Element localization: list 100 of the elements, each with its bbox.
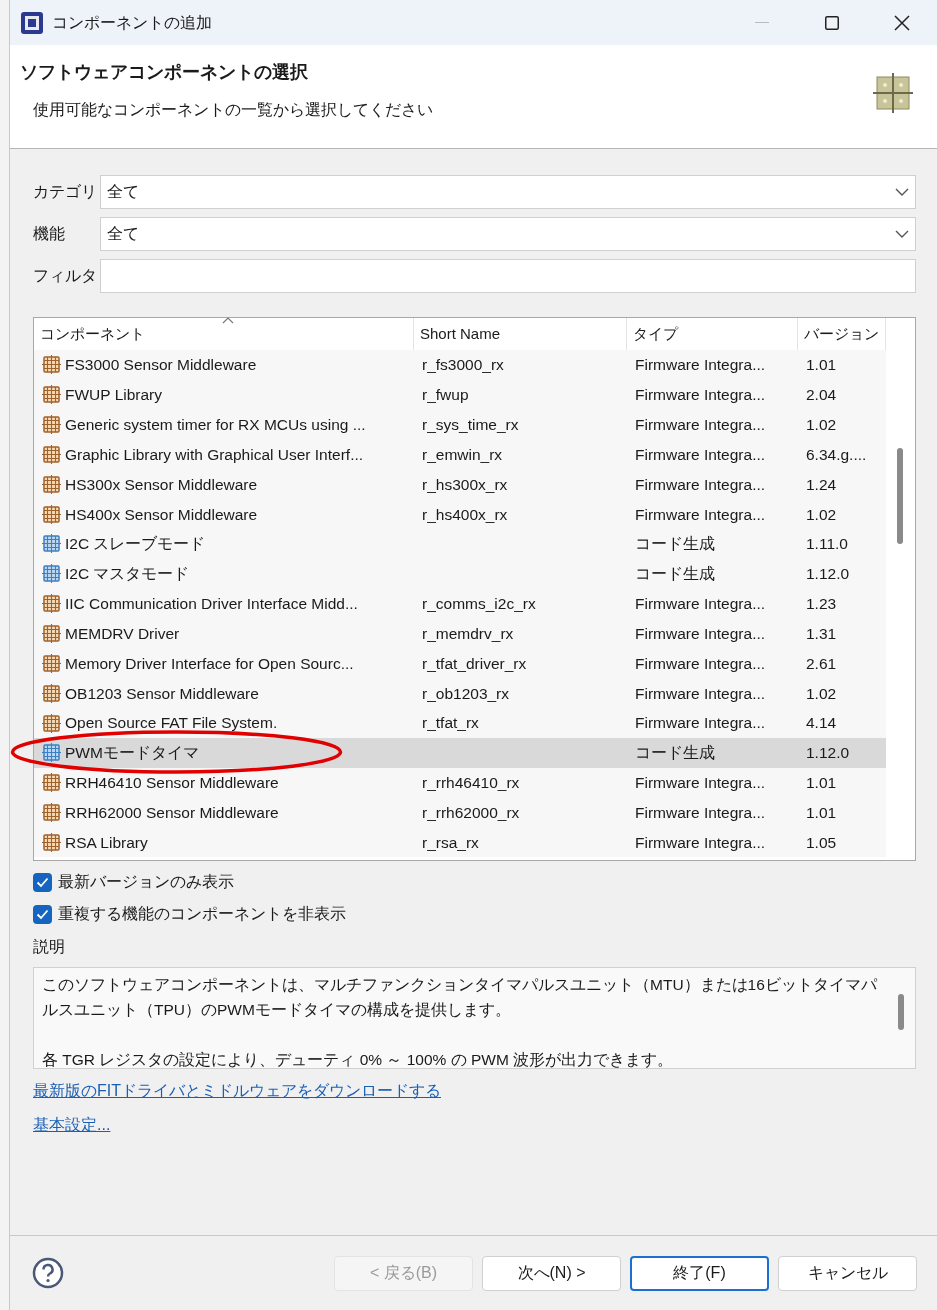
check-icon xyxy=(36,908,49,920)
table-cell: 4.14 xyxy=(806,714,837,732)
field-label: フィルタ xyxy=(33,266,98,286)
caret-icon xyxy=(895,188,909,196)
field-label: カテゴリ xyxy=(33,182,98,202)
table-cell: 1.12.0 xyxy=(806,565,850,583)
component-name: Generic system timer for RX MCUs using ... xyxy=(65,415,366,435)
table-cell: r_comms_i2c_rx xyxy=(422,595,536,613)
table-cell: r_rrh46410_rx xyxy=(422,774,520,792)
component-name: OB1203 Sensor Middleware xyxy=(65,683,259,704)
grid-icon xyxy=(42,683,61,703)
table-row[interactable]: Generic system timer for RX MCUs using ... r_sys_time_rx Firmware Integra... 1.02 xyxy=(34,409,886,440)
table-row[interactable]: Open Source FAT File System. r_tfat_rx Firmware Integra... 4.14 xyxy=(34,708,886,738)
table-cell: Firmware Integra... xyxy=(635,714,766,732)
component-name: I2C マスタモード xyxy=(65,564,190,585)
table-cell: 1.01 xyxy=(806,356,837,374)
component-name: HS300x Sensor Middleware xyxy=(65,474,258,495)
table-cell: 1.01 xyxy=(806,774,837,792)
table-row[interactable]: Memory Driver Interface for Open Sourc... r_tfat_driver_rx Firmware Integra... 2.61 xyxy=(34,648,886,679)
table-cell: r_tfat_rx xyxy=(422,714,479,732)
grid-icon xyxy=(42,803,61,823)
table-row[interactable]: RRH62000 Sensor Middleware r_rrh62000_rx Firmware Integra... 1.01 xyxy=(34,797,886,828)
table-row[interactable]: RSA Library r_rsa_rx Firmware Integra... 1.05 xyxy=(34,827,886,858)
table-row[interactable]: PWMモードタイマ コード生成 1.12.0 xyxy=(34,737,886,768)
table-cell: r_memdrv_rx xyxy=(422,624,514,642)
table-cell: 1.05 xyxy=(806,833,837,851)
table-row[interactable]: IIC Communication Driver Interface Midd... r_comms_i2c_rx Firmware Integra... 1.23 xyxy=(34,588,886,619)
component-name: PWMモードタイマ xyxy=(65,743,199,764)
description-text: このソフトウェアコンポーネントは、マルチファンクションタイマパルスユニット（MTU）または16ビットタイマパルスユニット（TPU）のPWMモードタイマの構成を提供します。 xyxy=(42,975,878,1020)
component-name: Open Source FAT File System. xyxy=(65,713,278,734)
table-cell: コード生成 xyxy=(635,535,715,553)
grid-icon xyxy=(42,564,61,584)
table-cell: Firmware Integra... xyxy=(635,416,766,433)
component-name: Graphic Library with Graphical User Interf... xyxy=(65,444,364,465)
scrollbar-thumb[interactable] xyxy=(898,994,904,1030)
dialog-button[interactable]: 次へ(N) > xyxy=(482,1255,621,1291)
grid-icon xyxy=(42,415,61,435)
table-cell: r_tfat_driver_rx xyxy=(422,654,527,672)
table-cell: r_sys_time_rx xyxy=(422,416,519,433)
table-row[interactable]: FS3000 Sensor Middleware r_fs3000_rx Firmware Integra... 1.01 xyxy=(34,350,886,380)
component-name: FS3000 Sensor Middleware xyxy=(65,355,257,376)
grid-icon xyxy=(42,624,61,643)
table-cell: Firmware Integra... xyxy=(635,833,766,851)
checkbox[interactable] xyxy=(33,904,52,924)
table-cell: Firmware Integra... xyxy=(635,445,766,463)
scrollbar-thumb[interactable] xyxy=(897,448,903,544)
table-row[interactable]: OB1203 Sensor Middleware r_ob1203_rx Firmware Integra... 1.02 xyxy=(34,678,886,709)
dialog-button[interactable]: キャンセル xyxy=(778,1255,917,1291)
grid-icon xyxy=(42,594,61,614)
table-cell: 1.02 xyxy=(806,684,837,702)
table-row[interactable]: Graphic Library with Graphical User Interf... r_emwin_rx Firmware Integra... 6.34.g.... xyxy=(34,439,886,470)
table-row[interactable]: FWUP Library r_fwup Firmware Integra... 2.04 xyxy=(34,379,886,410)
field-label: 機能 xyxy=(33,224,66,244)
checkbox-label: 最新バージョンのみ表示 xyxy=(58,872,234,892)
table-row[interactable]: I2C スレーブモード コード生成 1.11.0 xyxy=(34,529,886,559)
grid-icon xyxy=(42,385,61,405)
grid-icon xyxy=(42,474,61,494)
table-cell: 2.61 xyxy=(806,654,837,672)
table-cell: Firmware Integra... xyxy=(635,654,766,672)
component-name: IIC Communication Driver Interface Midd... xyxy=(65,594,358,615)
grid-icon xyxy=(42,653,61,673)
table-cell: 1.11.0 xyxy=(806,535,848,553)
table-cell: コード生成 xyxy=(635,565,715,583)
table-cell: 6.34.g.... xyxy=(806,445,867,463)
table-row[interactable]: HS400x Sensor Middleware r_hs400x_rx Firmware Integra... 1.02 xyxy=(34,499,886,530)
grid-icon xyxy=(42,355,61,375)
table-cell: Firmware Integra... xyxy=(635,684,766,702)
component-name: HS400x Sensor Middleware xyxy=(65,504,258,525)
filter-field[interactable] xyxy=(100,259,916,293)
component-name: Memory Driver Interface for Open Sourc... xyxy=(65,653,354,674)
help-icon[interactable] xyxy=(32,1257,64,1289)
link[interactable]: 最新版のFITドライバとミドルウェアをダウンロードする xyxy=(33,1079,441,1103)
component-name: RSA Library xyxy=(65,832,148,853)
table-cell: r_hs300x_rx xyxy=(422,475,508,493)
grid-icon xyxy=(42,743,61,763)
table-row[interactable]: I2C マスタモード コード生成 1.12.0 xyxy=(34,558,886,589)
table-cell: 2.04 xyxy=(806,386,837,404)
grid-icon xyxy=(42,713,61,733)
component-name: MEMDRV Driver xyxy=(65,623,180,644)
table-cell: r_rsa_rx xyxy=(422,833,479,851)
table-cell: コード生成 xyxy=(635,744,715,762)
sort-icon xyxy=(222,316,234,324)
table-row[interactable]: MEMDRV Driver r_memdrv_rx Firmware Integra... 1.31 xyxy=(34,618,886,649)
close-icon xyxy=(894,14,910,31)
component-name: RRH46410 Sensor Middleware xyxy=(65,773,279,794)
table-cell: 1.12.0 xyxy=(806,744,850,762)
dropdown[interactable]: 全て xyxy=(100,217,916,251)
table-cell: Firmware Integra... xyxy=(635,475,766,493)
maximize-icon xyxy=(825,15,839,30)
table-cell: r_rrh62000_rx xyxy=(422,803,520,821)
link[interactable]: 基本設定... xyxy=(33,1113,111,1137)
dropdown[interactable]: 全て xyxy=(100,175,916,209)
checkbox[interactable] xyxy=(33,872,52,892)
table-cell: 1.31 xyxy=(806,624,837,642)
grid-icon xyxy=(42,444,61,464)
page-title: ソフトウェアコンポーネントの選択 xyxy=(20,61,309,84)
table-row[interactable]: RRH46410 Sensor Middleware r_rrh46410_rx Firmware Integra... 1.01 xyxy=(34,767,886,798)
table-row[interactable]: HS300x Sensor Middleware r_hs300x_rx Firmware Integra... 1.24 xyxy=(34,469,886,500)
dialog-button[interactable]: 終了(F) xyxy=(630,1255,769,1291)
table-cell: r_fwup xyxy=(422,386,469,404)
